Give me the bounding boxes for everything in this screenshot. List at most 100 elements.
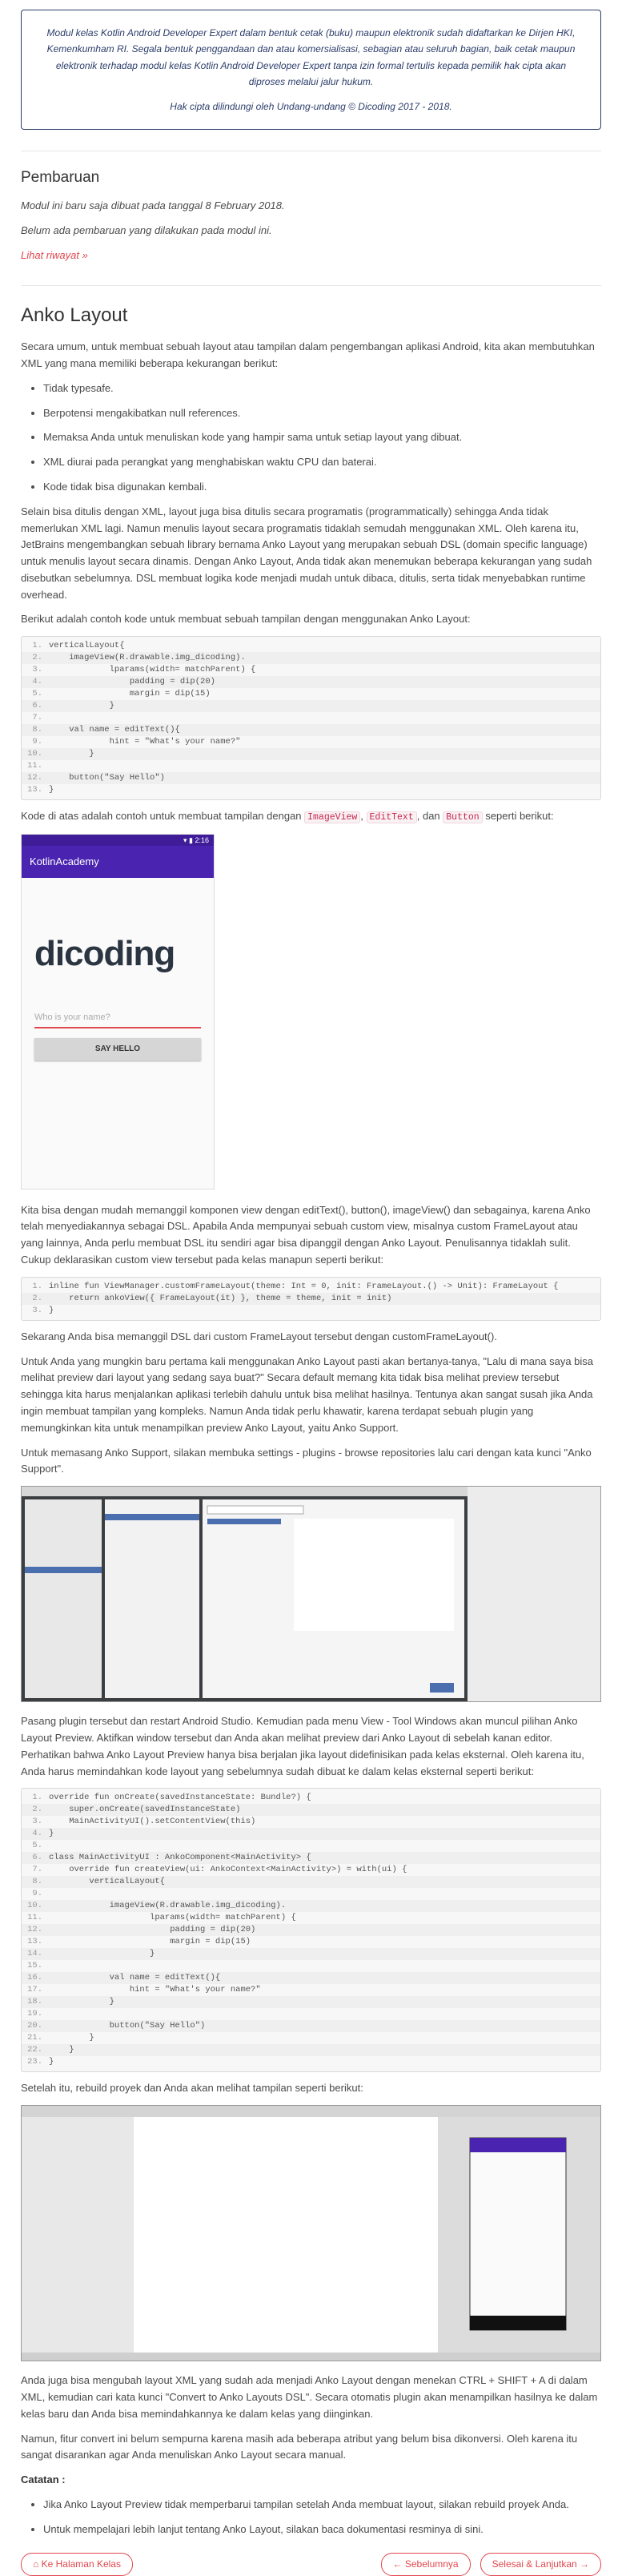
code-text: padding = dip(20) (49, 1925, 256, 1935)
next-button[interactable]: Selesai & Lanjutkan → (480, 2552, 601, 2576)
code-line: 14. } (22, 1948, 600, 1961)
code-line: 9. hint = "What's your name?" (22, 736, 600, 748)
notes-label: Catatan : (21, 2473, 66, 2486)
line-number: 16. (27, 1973, 42, 1983)
prev-button[interactable]: ← Sebelumnya (380, 2552, 471, 2576)
plugins-dialog-screenshot (21, 1486, 601, 1703)
convert-paragraph: Anda juga bisa mengubah layout XML yang … (21, 2374, 598, 2420)
name-input[interactable]: Who is your name? (34, 1009, 201, 1028)
line-number: 5. (32, 1841, 42, 1851)
code-line: 7. (22, 712, 600, 724)
code-text: verticalLayout{ (49, 641, 125, 651)
code-text: verticalLayout{ (49, 1877, 165, 1887)
line-number: 11. (27, 1913, 42, 1923)
code-line: 21. } (22, 2032, 600, 2044)
line-number: 7. (32, 713, 42, 723)
divider (21, 284, 601, 286)
line-number: 3. (32, 1817, 42, 1827)
code-line: 22. } (22, 2044, 600, 2057)
code-line: 8. verticalLayout{ (22, 1876, 600, 1889)
code-line: 23.} (22, 2056, 600, 2068)
line-number: 6. (32, 1853, 42, 1863)
lesson-navigation: ⌂ Ke Halaman Kelas ← Sebelumnya Selesai … (21, 2552, 601, 2576)
line-number: 15. (27, 1961, 42, 1971)
list-item: Tidak typesafe. (43, 380, 601, 397)
code-line: 9. (22, 1888, 600, 1900)
view-paragraph: Kode di atas adalah contoh untuk membuat… (21, 810, 554, 824)
code-text: } (49, 749, 94, 759)
line-number: 21. (27, 2033, 42, 2043)
line-number: 3. (32, 665, 42, 675)
code-line: 3. MainActivityUI().setContentView(this) (22, 1816, 600, 1828)
code-text: val name = editText(){ (49, 725, 180, 735)
code-line: 6. } (22, 700, 600, 713)
code-line: 18. } (22, 1996, 600, 2009)
line-number: 9. (32, 737, 42, 747)
line-number: 20. (27, 2021, 42, 2031)
code-text: MainActivityUI().setContentView(this) (49, 1817, 256, 1827)
code-line: 15. (22, 1960, 600, 1972)
inline-code: EditText (366, 811, 417, 824)
intro-paragraph: Secara umum, untuk membuat sebuah layout… (21, 340, 595, 369)
code-text: hint = "What's your name?" (49, 1985, 261, 1995)
code-text: margin = dip(15) (49, 689, 211, 699)
back-to-class-button[interactable]: ⌂ Ke Halaman Kelas (21, 2552, 133, 2576)
code-line: 10. } (22, 748, 600, 761)
code-text: } (49, 701, 114, 711)
code-block-1: 1. verticalLayout{2. imageView(R.drawable… (21, 636, 601, 801)
update-title: Pembaruan (21, 168, 100, 186)
code-line: 5. (22, 1840, 600, 1852)
line-number: 8. (32, 725, 42, 735)
example-paragraph: Berikut adalah contoh kode untuk membuat… (21, 613, 471, 626)
code-text: return ankoView({ FrameLayout(it) }, the… (49, 1293, 392, 1303)
code-text: imageView(R.drawable.img_dicoding). (49, 1901, 287, 1911)
code-text: inline fun ViewManager.customFrameLayout… (49, 1281, 559, 1291)
line-number: 8. (32, 1877, 42, 1887)
line-number: 4. (32, 677, 42, 687)
update-line-1: Modul ini baru saja dibuat pada tanggal … (21, 199, 285, 212)
code-text: val name = editText(){ (49, 1973, 221, 1983)
line-number: 11. (27, 761, 42, 771)
line-number: 13. (27, 1937, 42, 1947)
list-item: Berpotensi mengakibatkan null references… (43, 405, 601, 422)
code-line: 1. verticalLayout{ (22, 640, 600, 652)
line-number: 10. (27, 749, 42, 759)
inline-code: ImageView (304, 811, 361, 824)
pager: ← Sebelumnya Selesai & Lanjutkan → (380, 2552, 601, 2576)
page: Modul kelas Kotlin Android Developer Exp… (21, 0, 601, 2576)
code-line: 2. super.onCreate(savedInstanceState) (22, 1804, 600, 1817)
line-number: 19. (27, 2009, 42, 2019)
phone-status-bar: ▾ ▮ 2:16 (22, 834, 214, 846)
code-line: 11. (22, 760, 600, 772)
line-number: 2. (32, 1293, 42, 1303)
line-number: 3. (32, 1305, 42, 1315)
history-link[interactable]: Lihat riwayat » (21, 249, 88, 261)
line-number: 12. (27, 1925, 42, 1935)
line-number: 10. (27, 1901, 42, 1911)
code-line: 19. (22, 2008, 600, 2020)
code-text: } (49, 1997, 114, 2007)
code-text: hint = "What's your name?" (49, 737, 241, 747)
code-line: 10. imageView(R.drawable.img_dicoding). (22, 1900, 600, 1913)
code-text: lparams(width= matchParent) { (49, 665, 256, 675)
line-number: 2. (32, 653, 42, 663)
article-title: Anko Layout (21, 304, 128, 326)
line-number: 7. (32, 1865, 42, 1875)
line-number: 4. (32, 1829, 42, 1839)
phone-preview: ▾ ▮ 2:16 KotlinAcademy dicoding Who is y… (21, 833, 215, 1189)
code-text: class MainActivityUI : AnkoComponent<Mai… (49, 1853, 311, 1863)
line-number: 5. (32, 689, 42, 699)
line-number: 14. (27, 1949, 42, 1959)
code-text: } (49, 785, 54, 795)
restart-paragraph: Pasang plugin tersebut dan restart Andro… (21, 1715, 584, 1777)
view-text: seperti berikut: (485, 810, 554, 823)
back-label: Ke Halaman Kelas (41, 2558, 121, 2570)
line-number: 1. (32, 641, 42, 651)
code-text: margin = dip(15) (49, 1937, 251, 1947)
say-hello-button[interactable]: SAY HELLO (34, 1037, 201, 1061)
line-number: 17. (27, 1985, 42, 1995)
code-block-2: 1. inline fun ViewManager.customFrameLayo… (21, 1276, 601, 1321)
code-text: } (49, 1829, 54, 1839)
code-block-3: 1. override fun onCreate(savedInstanceSta… (21, 1788, 601, 2073)
code-line: 13. margin = dip(15) (22, 1936, 600, 1948)
